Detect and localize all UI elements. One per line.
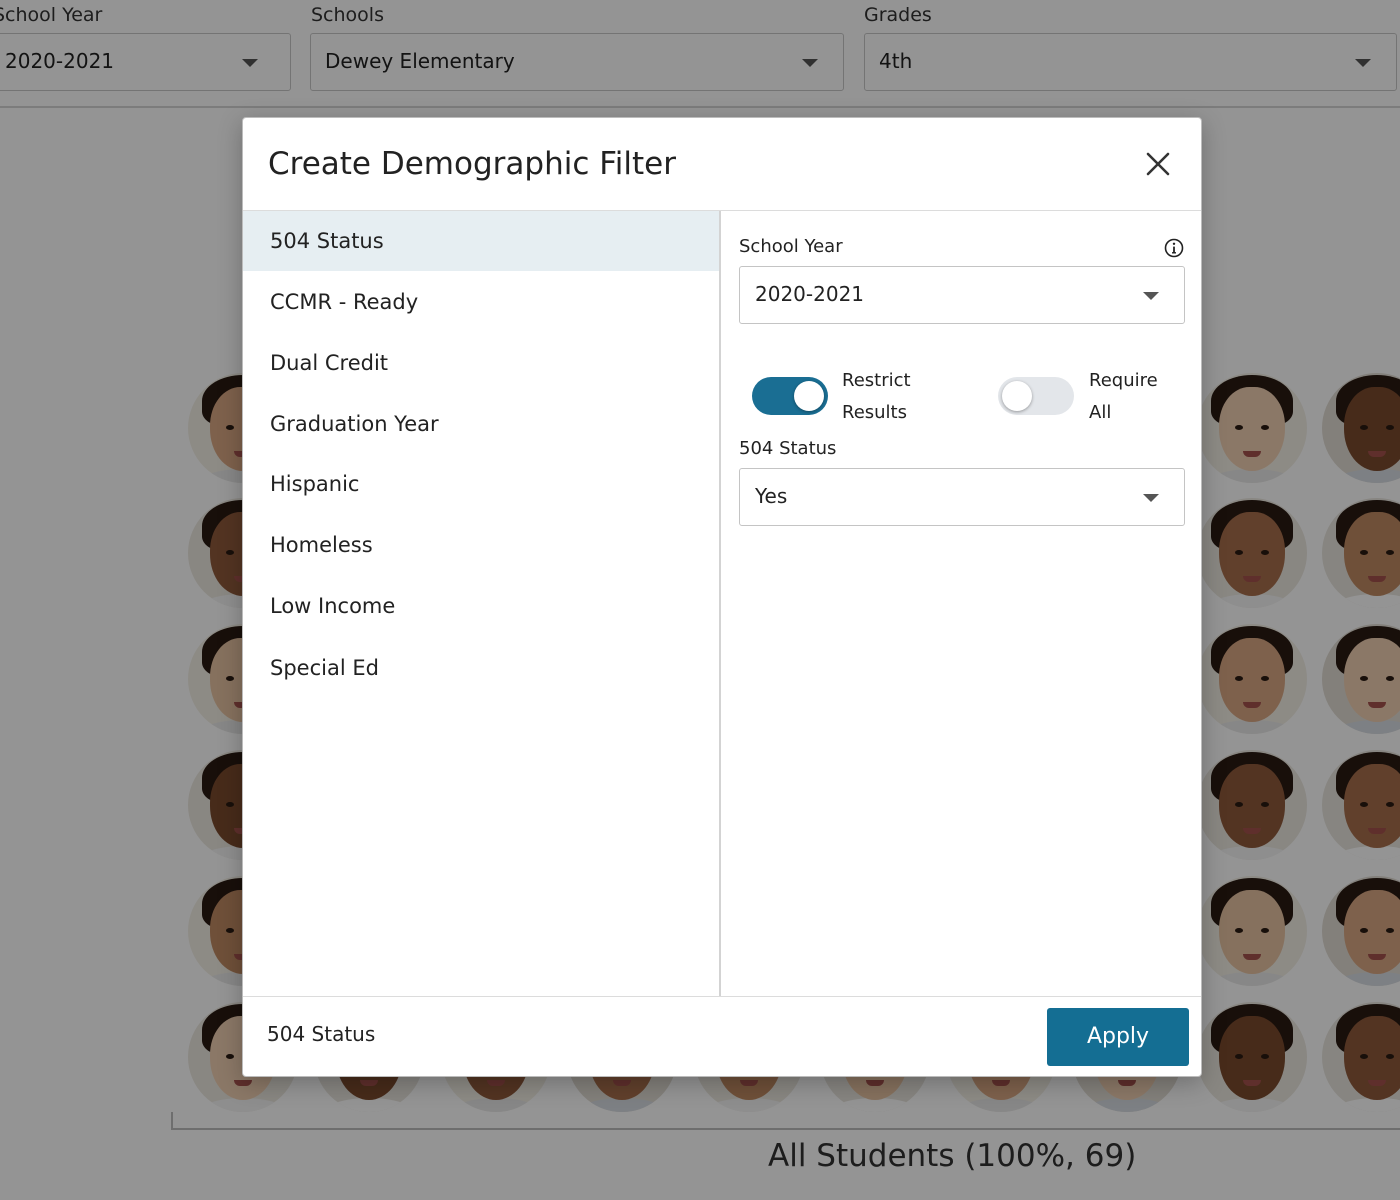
require-all-label-line2: All — [1089, 402, 1112, 423]
category-item-ccmr-ready[interactable]: CCMR - Ready — [243, 272, 719, 332]
chevron-down-icon — [1143, 292, 1159, 300]
status-label: 504 Status — [739, 438, 837, 459]
category-item-dual-credit[interactable]: Dual Credit — [243, 333, 719, 393]
dialog-footer-divider — [243, 996, 1201, 997]
school-year-select[interactable]: 2020-2021 — [739, 266, 1185, 324]
create-demographic-filter-dialog: Create Demographic Filter 504 Status CCM… — [242, 117, 1202, 1077]
apply-button[interactable]: Apply — [1047, 1008, 1189, 1066]
category-item-low-income[interactable]: Low Income — [243, 576, 719, 636]
category-item-label: Homeless — [270, 533, 373, 557]
category-list: 504 Status CCMR - Ready Dual Credit Grad… — [243, 211, 721, 996]
restrict-results-toggle[interactable] — [752, 377, 828, 415]
category-item-label: 504 Status — [270, 229, 384, 253]
category-item-label: Low Income — [270, 594, 396, 618]
category-item-label: Special Ed — [270, 656, 379, 680]
require-all-label-line1: Require — [1089, 370, 1158, 391]
toggle-knob — [1002, 381, 1032, 411]
school-year-select-value: 2020-2021 — [755, 282, 865, 306]
require-all-toggle[interactable] — [998, 377, 1074, 415]
category-item-label: Hispanic — [270, 472, 360, 496]
category-item-homeless[interactable]: Homeless — [243, 515, 719, 575]
category-item-label: Graduation Year — [270, 412, 439, 436]
category-item-graduation-year[interactable]: Graduation Year — [243, 394, 719, 454]
restrict-results-label-line1: Restrict — [842, 370, 911, 391]
info-icon[interactable] — [1164, 238, 1184, 258]
category-item-special-ed[interactable]: Special Ed — [243, 638, 719, 698]
chevron-down-icon — [1143, 494, 1159, 502]
close-button[interactable] — [1136, 142, 1180, 186]
selected-filter-summary: 504 Status — [267, 1022, 376, 1046]
status-select-value: Yes — [755, 484, 788, 508]
status-select[interactable]: Yes — [739, 468, 1185, 526]
category-item-label: Dual Credit — [270, 351, 389, 375]
school-year-label: School Year — [739, 236, 843, 257]
restrict-results-label-line2: Results — [842, 402, 907, 423]
dialog-title: Create Demographic Filter — [268, 146, 676, 182]
toggle-knob — [794, 381, 824, 411]
category-item-label: CCMR - Ready — [270, 290, 419, 314]
category-item-hispanic[interactable]: Hispanic — [243, 454, 719, 514]
category-item-504-status[interactable]: 504 Status — [243, 211, 719, 271]
close-icon — [1146, 152, 1170, 176]
